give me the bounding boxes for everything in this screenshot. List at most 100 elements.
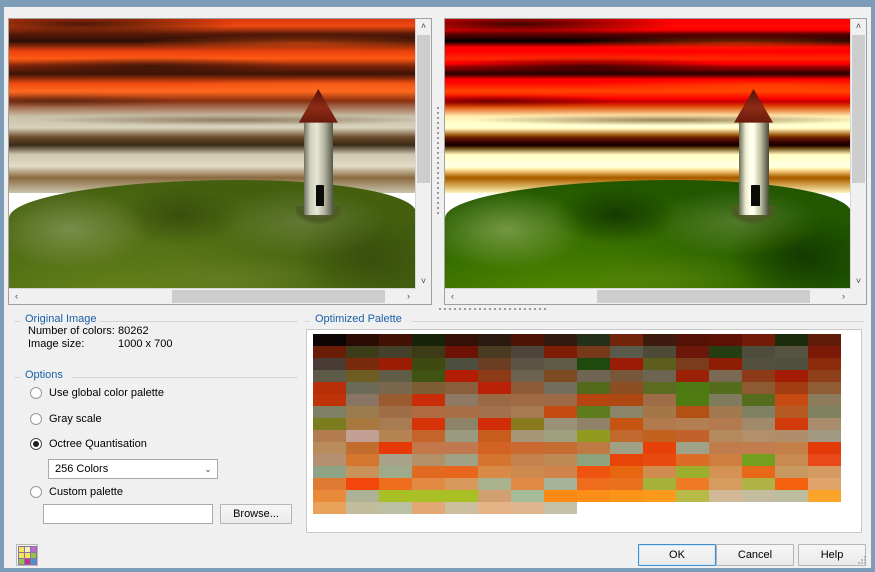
optimized-palette-swatches[interactable] bbox=[306, 329, 862, 533]
palette-swatch[interactable] bbox=[709, 334, 742, 346]
scroll-up-icon[interactable]: ˄ bbox=[851, 19, 866, 34]
palette-swatch[interactable] bbox=[379, 454, 412, 466]
chevron-down-icon[interactable]: ⌄ bbox=[199, 464, 217, 475]
palette-swatch[interactable] bbox=[412, 454, 445, 466]
palette-swatch[interactable] bbox=[445, 334, 478, 346]
palette-swatch[interactable] bbox=[808, 430, 841, 442]
palette-swatch[interactable] bbox=[643, 370, 676, 382]
palette-swatch[interactable] bbox=[808, 358, 841, 370]
palette-swatch[interactable] bbox=[709, 490, 742, 502]
custom-palette-path-input[interactable] bbox=[43, 504, 213, 524]
palette-swatch[interactable] bbox=[709, 478, 742, 490]
palette-swatch[interactable] bbox=[775, 346, 808, 358]
palette-swatch[interactable] bbox=[511, 334, 544, 346]
palette-swatch[interactable] bbox=[346, 430, 379, 442]
palette-swatch[interactable] bbox=[610, 334, 643, 346]
scroll-left-icon[interactable]: ‹ bbox=[9, 289, 24, 304]
palette-swatch[interactable] bbox=[709, 370, 742, 382]
palette-swatch[interactable] bbox=[346, 394, 379, 406]
radio-use-global-color-palette[interactable]: Use global color palette bbox=[30, 387, 164, 399]
palette-swatch[interactable] bbox=[808, 466, 841, 478]
palette-swatch[interactable] bbox=[313, 454, 346, 466]
title-bar[interactable] bbox=[0, 0, 875, 7]
palette-swatch[interactable] bbox=[742, 334, 775, 346]
palette-swatch[interactable] bbox=[379, 466, 412, 478]
scroll-right-icon[interactable]: › bbox=[836, 289, 851, 304]
palette-swatch[interactable] bbox=[379, 442, 412, 454]
palette-swatch[interactable] bbox=[379, 478, 412, 490]
palette-swatch[interactable] bbox=[313, 502, 346, 514]
palette-swatch[interactable] bbox=[412, 466, 445, 478]
vertical-scroll-thumb[interactable] bbox=[417, 35, 430, 183]
palette-swatch[interactable] bbox=[676, 418, 709, 430]
palette-swatch[interactable] bbox=[511, 442, 544, 454]
palette-swatch[interactable] bbox=[610, 490, 643, 502]
original-image-panel[interactable]: ˄ ˅ ‹ › bbox=[8, 18, 432, 305]
optimized-image-preview[interactable] bbox=[445, 19, 851, 289]
palette-swatch[interactable] bbox=[313, 466, 346, 478]
palette-swatch[interactable] bbox=[412, 406, 445, 418]
scroll-right-icon[interactable]: › bbox=[401, 289, 416, 304]
palette-swatch[interactable] bbox=[742, 394, 775, 406]
palette-swatch[interactable] bbox=[478, 358, 511, 370]
palette-swatch[interactable] bbox=[379, 418, 412, 430]
palette-tool-button[interactable] bbox=[16, 544, 38, 566]
palette-swatch[interactable] bbox=[346, 406, 379, 418]
palette-swatch[interactable] bbox=[775, 466, 808, 478]
palette-swatch[interactable] bbox=[577, 406, 610, 418]
palette-swatch[interactable] bbox=[808, 478, 841, 490]
palette-swatch[interactable] bbox=[742, 382, 775, 394]
palette-swatch[interactable] bbox=[610, 454, 643, 466]
palette-swatch[interactable] bbox=[577, 382, 610, 394]
palette-swatch[interactable] bbox=[346, 370, 379, 382]
palette-swatch[interactable] bbox=[808, 334, 841, 346]
palette-swatch[interactable] bbox=[676, 358, 709, 370]
horizontal-scroll-thumb[interactable] bbox=[597, 290, 810, 303]
palette-swatch[interactable] bbox=[544, 502, 577, 514]
ok-button[interactable]: OK bbox=[638, 544, 716, 566]
palette-swatch[interactable] bbox=[643, 430, 676, 442]
palette-swatch[interactable] bbox=[709, 358, 742, 370]
palette-swatch[interactable] bbox=[577, 370, 610, 382]
palette-swatch[interactable] bbox=[577, 454, 610, 466]
palette-swatch[interactable] bbox=[379, 394, 412, 406]
palette-swatch[interactable] bbox=[445, 370, 478, 382]
optimized-vertical-scrollbar[interactable]: ˄ ˅ bbox=[850, 19, 866, 289]
palette-swatch[interactable] bbox=[379, 346, 412, 358]
palette-swatch[interactable] bbox=[379, 490, 412, 502]
palette-swatch[interactable] bbox=[445, 466, 478, 478]
palette-swatch[interactable] bbox=[676, 430, 709, 442]
palette-swatch[interactable] bbox=[511, 346, 544, 358]
scroll-left-icon[interactable]: ‹ bbox=[445, 289, 460, 304]
palette-swatch[interactable] bbox=[346, 502, 379, 514]
palette-swatch[interactable] bbox=[742, 358, 775, 370]
palette-swatch[interactable] bbox=[412, 382, 445, 394]
palette-swatch[interactable] bbox=[742, 478, 775, 490]
palette-swatch[interactable] bbox=[709, 430, 742, 442]
palette-swatch[interactable] bbox=[511, 430, 544, 442]
palette-swatch[interactable] bbox=[709, 442, 742, 454]
palette-swatch[interactable] bbox=[544, 418, 577, 430]
palette-swatch[interactable] bbox=[643, 466, 676, 478]
palette-swatch[interactable] bbox=[709, 346, 742, 358]
palette-swatch[interactable] bbox=[313, 382, 346, 394]
original-horizontal-scrollbar[interactable]: ‹ › bbox=[9, 288, 416, 304]
palette-swatch[interactable] bbox=[610, 346, 643, 358]
palette-swatch[interactable] bbox=[808, 418, 841, 430]
palette-swatch[interactable] bbox=[643, 490, 676, 502]
palette-swatch[interactable] bbox=[775, 382, 808, 394]
palette-swatch[interactable] bbox=[313, 334, 346, 346]
palette-swatch[interactable] bbox=[775, 370, 808, 382]
palette-swatch[interactable] bbox=[577, 394, 610, 406]
palette-swatch[interactable] bbox=[643, 382, 676, 394]
palette-swatch[interactable] bbox=[709, 406, 742, 418]
palette-swatch[interactable] bbox=[412, 442, 445, 454]
palette-swatch[interactable] bbox=[643, 358, 676, 370]
palette-swatch[interactable] bbox=[544, 454, 577, 466]
palette-swatch[interactable] bbox=[313, 442, 346, 454]
palette-swatch[interactable] bbox=[676, 382, 709, 394]
palette-swatch[interactable] bbox=[808, 370, 841, 382]
palette-swatch[interactable] bbox=[346, 466, 379, 478]
palette-swatch[interactable] bbox=[676, 478, 709, 490]
palette-swatch[interactable] bbox=[511, 358, 544, 370]
